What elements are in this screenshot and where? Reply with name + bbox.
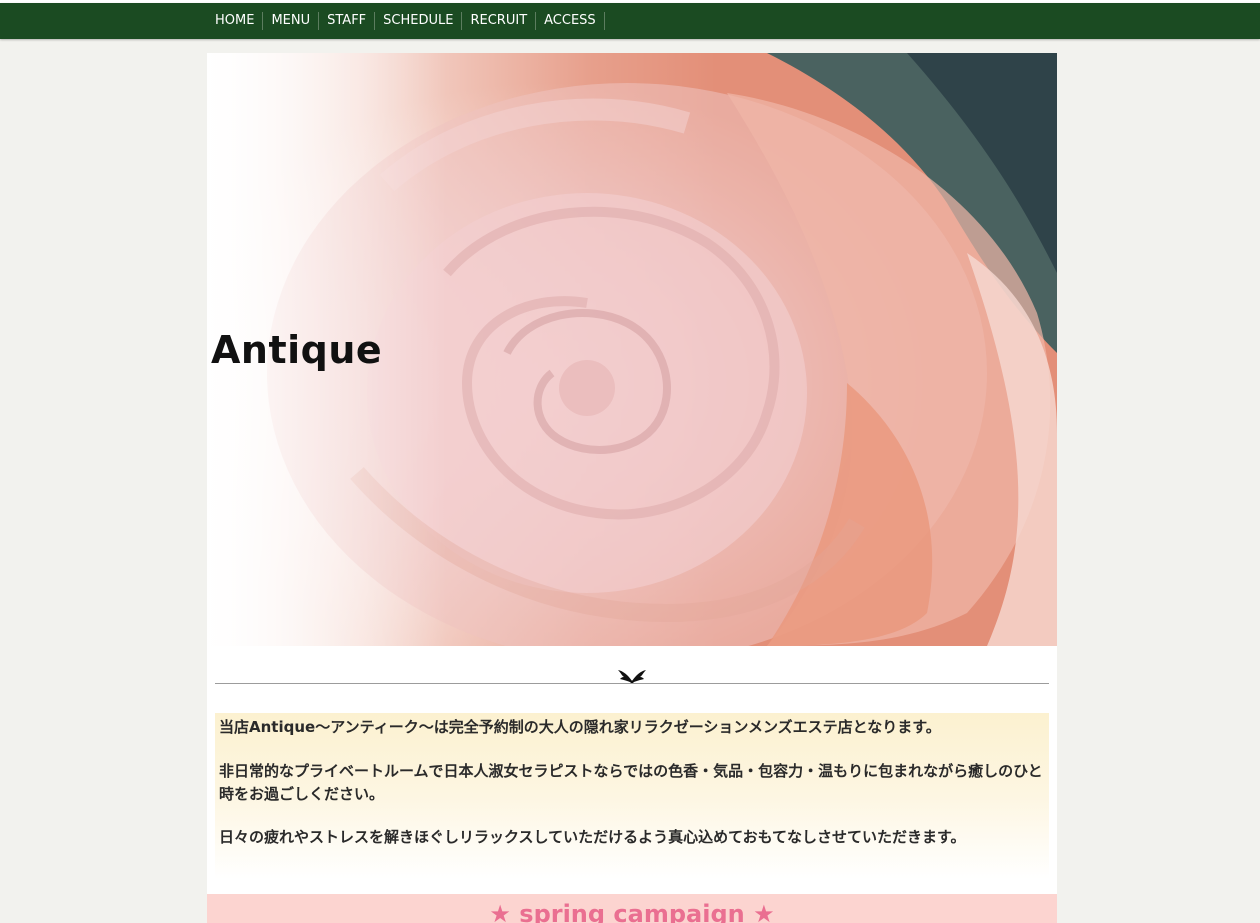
section-divider [215,683,1049,684]
intro-paragraph-2: 非日常的なプライベートルームで日本人淑女セラピストならではの色香・気品・包容力・… [219,762,1043,803]
nav-item-staff[interactable]: STAFF [319,12,376,30]
hero-banner: Antique [207,53,1057,646]
nav-item-menu[interactable]: MENU [263,12,320,30]
nav-item-home[interactable]: HOME [207,12,264,30]
nav-item-schedule[interactable]: SCHEDULE [375,12,463,30]
site-title: Antique [211,328,383,372]
nav-menu: HOME MENU STAFF SCHEDULE RECRUIT ACCESS [207,3,605,39]
nav-item-access[interactable]: ACCESS [536,12,605,30]
intro-box: 当店Antique～アンティーク～は完全予約制の大人の隠れ家リラクゼーションメン… [215,713,1049,879]
intro-paragraph-1: 当店Antique～アンティーク～は完全予約制の大人の隠れ家リラクゼーションメン… [219,718,941,736]
campaign-banner: ★ spring campaign ★ [207,894,1057,923]
campaign-title: ★ spring campaign ★ [489,900,775,923]
global-navigation-bar: HOME MENU STAFF SCHEDULE RECRUIT ACCESS [0,3,1260,39]
nav-item-recruit[interactable]: RECRUIT [462,12,537,30]
intro-paragraph-3: 日々の疲れやストレスを解きほぐしリラックスしていただけるよう真心込めておもてなし… [219,828,966,846]
main-content: Antique 当店Antique～アンティーク～は完全予約制の大人の隠れ家リラ… [207,53,1057,923]
wings-icon [618,670,646,684]
